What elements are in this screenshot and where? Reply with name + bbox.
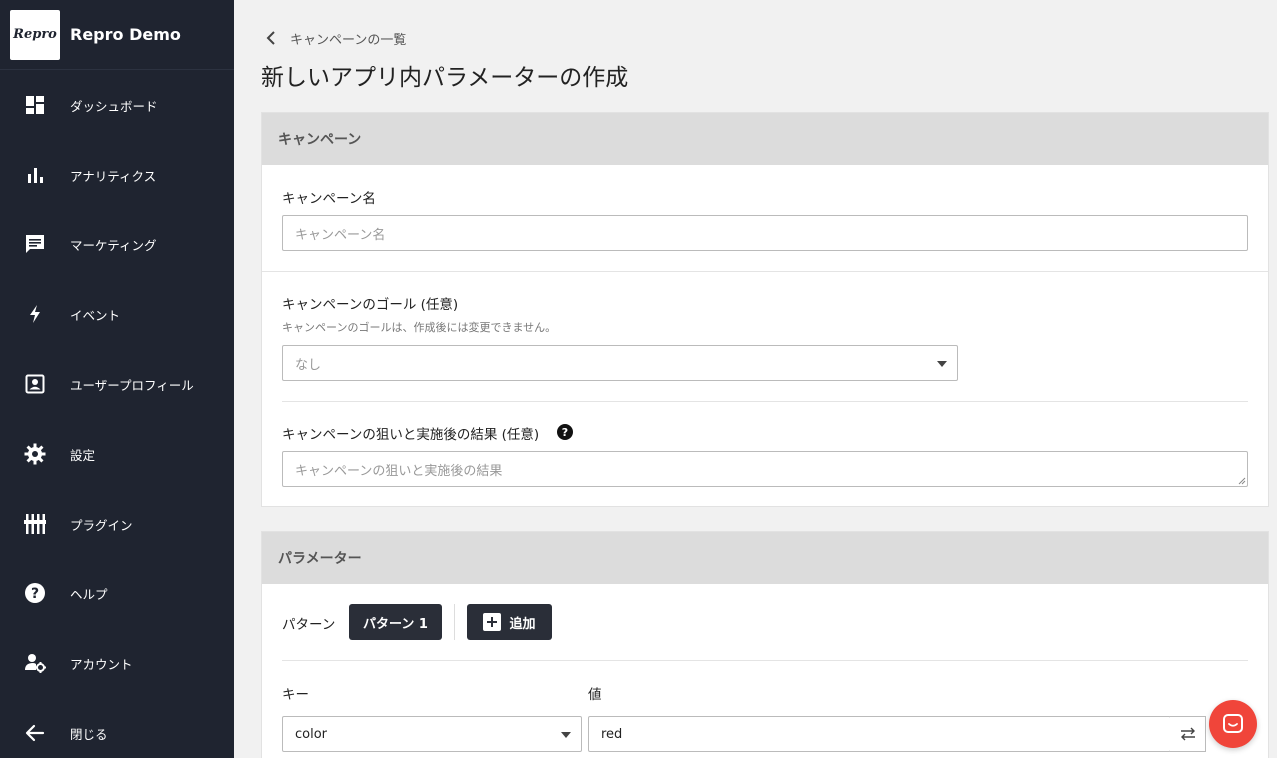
sidebar-item-label: アカウント xyxy=(70,656,133,672)
sidebar-item-user-profile[interactable]: ユーザープロフィール xyxy=(0,364,234,404)
add-pattern-label: 追加 xyxy=(509,616,536,632)
sidebar-item-label: アナリティクス xyxy=(70,168,157,184)
message-icon xyxy=(24,233,46,255)
campaign-aim-textarea[interactable]: キャンペーンの狙いと実施後の結果 xyxy=(282,451,1248,487)
account-settings-icon xyxy=(24,652,46,674)
campaign-goal-help: キャンペーンのゴールは、作成後には変更できません。 xyxy=(282,321,557,334)
resize-handle-icon[interactable] xyxy=(1238,477,1246,485)
campaign-aim-placeholder: キャンペーンの狙いと実施後の結果 xyxy=(295,463,503,479)
campaign-goal-value: なし xyxy=(295,357,322,373)
repro-logo[interactable]: Repro xyxy=(10,9,60,60)
plugin-icon xyxy=(24,513,46,535)
user-card-icon xyxy=(24,373,46,395)
sidebar-item-label: イベント xyxy=(70,307,121,323)
sidebar-item-label: ユーザープロフィール xyxy=(70,377,194,393)
campaign-name-input[interactable]: キャンペーン名 xyxy=(282,215,1248,251)
campaign-name-label: キャンペーン名 xyxy=(282,191,376,207)
plus-square-icon xyxy=(483,613,502,631)
divider xyxy=(282,401,1248,402)
sidebar-item-close[interactable]: 閉じる xyxy=(0,713,234,753)
divider xyxy=(454,604,455,640)
pattern-label: パターン xyxy=(282,617,336,633)
swap-arrows-icon xyxy=(1180,727,1195,741)
sidebar-item-help[interactable]: ? ヘルプ xyxy=(0,573,234,613)
sidebar-item-label: ダッシュボード xyxy=(70,98,158,114)
sidebar-item-label: ヘルプ xyxy=(70,586,108,602)
campaign-section-header: キャンペーン xyxy=(262,113,1268,165)
chat-support-button[interactable] xyxy=(1209,700,1257,748)
chat-icon xyxy=(1223,714,1243,733)
campaign-aim-label: キャンペーンの狙いと実施後の結果 (任意) xyxy=(282,427,540,443)
value-label: 値 xyxy=(588,687,602,703)
key-select[interactable]: color xyxy=(282,716,582,752)
main-content: キャンペーンの一覧 新しいアプリ内パラメーターの作成 キャンペーン キャンペーン… xyxy=(234,0,1277,758)
campaign-goal-label: キャンペーンのゴール (任意) xyxy=(282,297,459,313)
sidebar-item-settings[interactable]: 設定 xyxy=(0,434,234,474)
help-icon: ? xyxy=(24,582,46,604)
question-circle-icon[interactable]: ? xyxy=(557,424,573,440)
divider xyxy=(282,660,1248,661)
divider xyxy=(262,271,1268,272)
caret-down-icon xyxy=(937,361,947,367)
pattern-1-label: パターン 1 xyxy=(363,616,428,632)
gear-icon xyxy=(24,443,46,465)
sidebar-item-label: プラグイン xyxy=(70,517,133,533)
sidebar-item-plugins[interactable]: プラグイン xyxy=(0,504,234,544)
campaign-goal-select[interactable]: なし xyxy=(282,345,958,381)
bar-chart-icon xyxy=(24,164,46,186)
key-label: キー xyxy=(282,687,309,703)
chevron-left-icon xyxy=(266,31,275,45)
sidebar-item-account[interactable]: アカウント xyxy=(0,643,234,683)
add-pattern-button[interactable]: 追加 xyxy=(467,604,552,640)
page-title: 新しいアプリ内パラメーターの作成 xyxy=(261,65,629,91)
sidebar-item-events[interactable]: イベント xyxy=(0,294,234,334)
brand-name: Repro Demo xyxy=(70,25,181,44)
caret-down-icon xyxy=(561,732,571,738)
value-input[interactable]: red xyxy=(588,716,1171,752)
campaign-section: キャンペーン キャンペーン名 キャンペーン名 キャンペーンのゴール (任意) キ… xyxy=(261,112,1269,507)
breadcrumb-back-link[interactable]: キャンペーンの一覧 xyxy=(264,28,406,48)
sidebar-item-label: 設定 xyxy=(70,447,96,463)
parameter-section: パラメーター パターン パターン 1 追加 キー 値 color red xyxy=(261,531,1269,758)
breadcrumb-label: キャンペーンの一覧 xyxy=(290,32,407,48)
sidebar-item-marketing[interactable]: マーケティング xyxy=(0,224,234,264)
dashboard-icon xyxy=(24,94,46,116)
key-value: color xyxy=(295,726,328,742)
value-text: red xyxy=(601,726,623,742)
sidebar-item-label: マーケティング xyxy=(70,237,157,253)
sidebar-item-analytics[interactable]: アナリティクス xyxy=(0,155,234,195)
bolt-icon xyxy=(24,303,46,325)
sidebar-item-dashboard[interactable]: ダッシュボード xyxy=(0,85,234,125)
svg-text:?: ? xyxy=(31,586,39,602)
value-type-toggle-button[interactable] xyxy=(1170,716,1206,752)
pattern-1-button[interactable]: パターン 1 xyxy=(349,604,442,640)
sidebar-item-label: 閉じる xyxy=(70,726,108,742)
brand: Repro Repro Demo xyxy=(0,0,234,70)
arrow-left-icon xyxy=(24,722,46,744)
sidebar: Repro Repro Demo ダッシュボード アナリティクス マーケティング… xyxy=(0,0,234,758)
parameter-section-header: パラメーター xyxy=(262,532,1268,584)
campaign-name-placeholder: キャンペーン名 xyxy=(295,227,386,243)
